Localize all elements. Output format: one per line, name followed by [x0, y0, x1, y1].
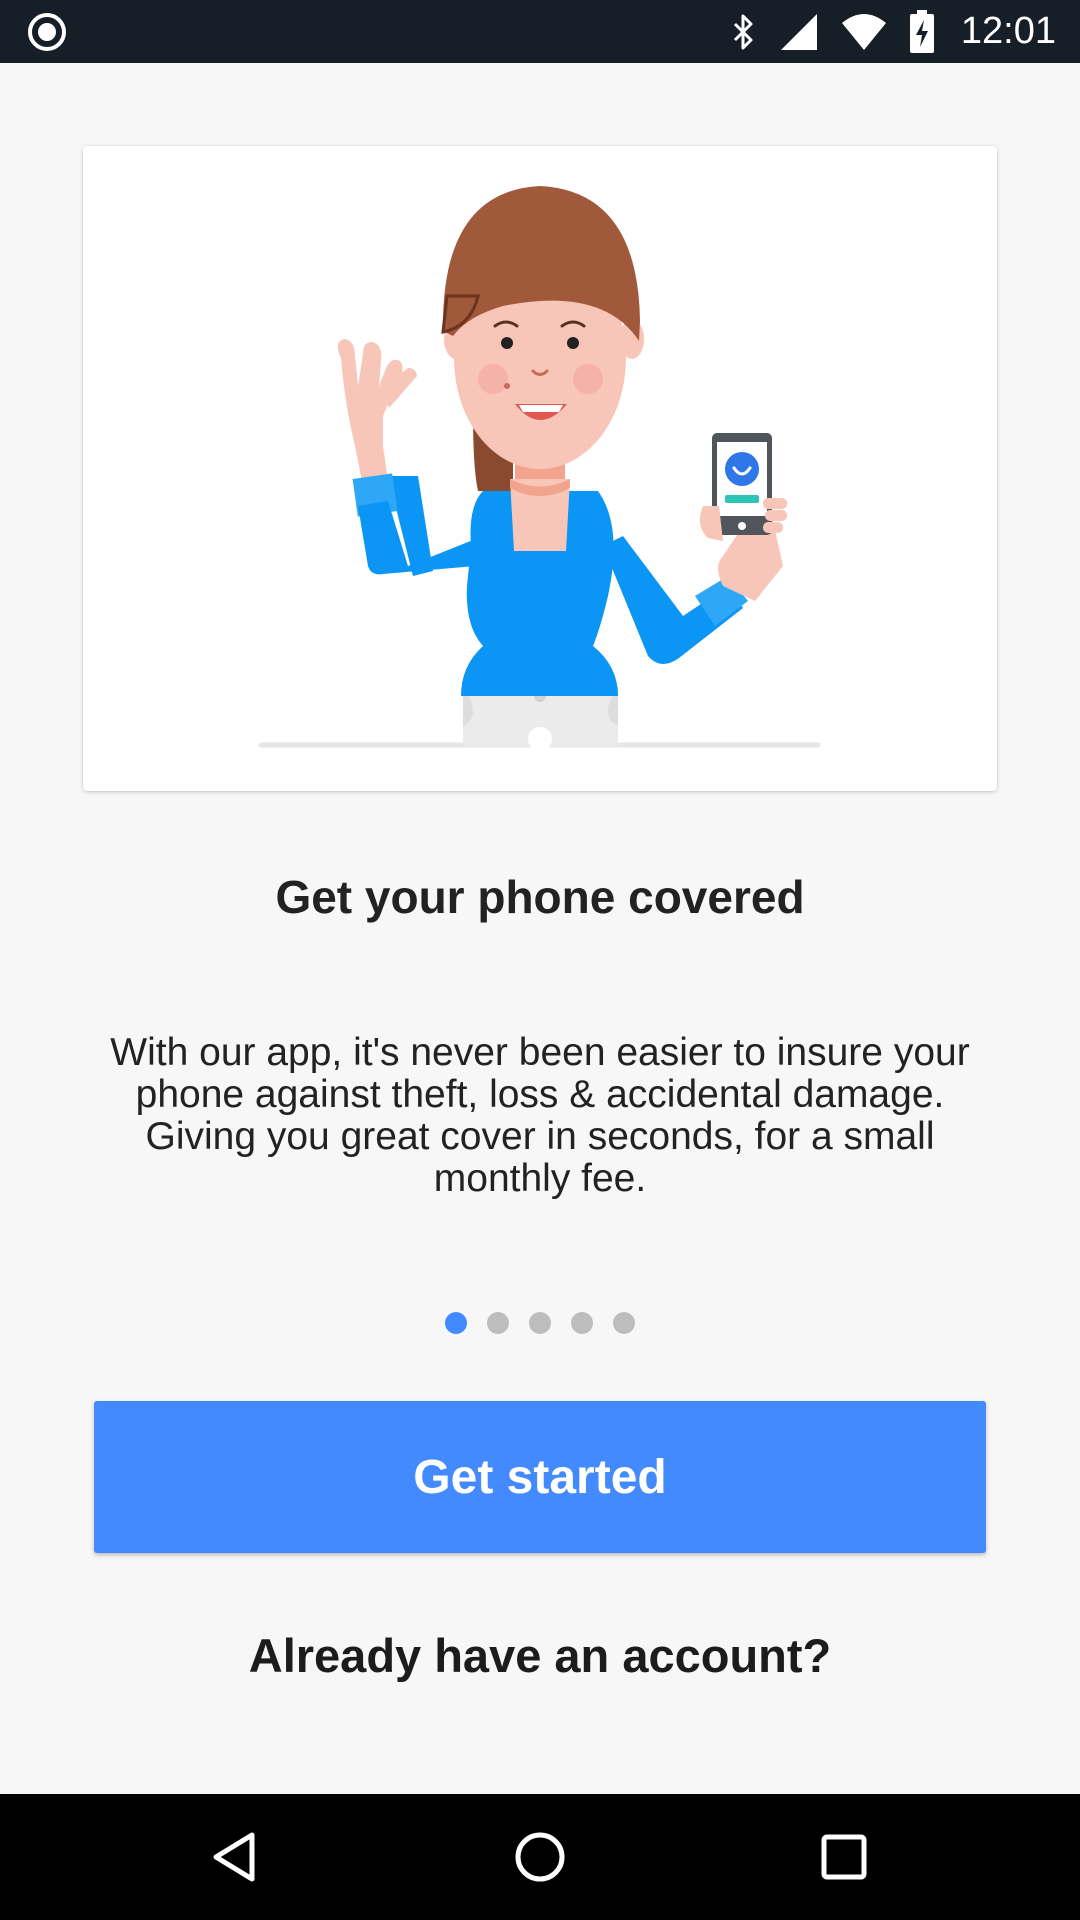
get-started-button[interactable]: Get started	[94, 1401, 986, 1553]
sign-in-link[interactable]: Already have an account?	[0, 1628, 1080, 1683]
record-icon	[27, 12, 67, 52]
battery-charging-icon	[909, 9, 935, 54]
page-indicator	[0, 1312, 1080, 1334]
page-description: With our app, it's never been easier to …	[110, 1031, 970, 1200]
woman-waving-illustration	[258, 186, 821, 751]
back-icon[interactable]	[206, 1827, 266, 1887]
page-dot-1[interactable]	[445, 1312, 467, 1334]
bluetooth-icon	[731, 12, 757, 52]
signal-icon	[779, 12, 819, 52]
page-dot-4[interactable]	[571, 1312, 593, 1334]
status-bar: 12:01	[0, 0, 1080, 63]
wifi-icon	[841, 13, 887, 51]
page-dot-2[interactable]	[487, 1312, 509, 1334]
navigation-bar	[0, 1794, 1080, 1920]
illustration-card	[83, 146, 997, 791]
page-title: Get your phone covered	[275, 871, 805, 923]
page-dot-5[interactable]	[613, 1312, 635, 1334]
recents-icon[interactable]	[814, 1827, 874, 1887]
status-time: 12:01	[960, 10, 1056, 52]
page-dot-3[interactable]	[529, 1312, 551, 1334]
home-icon[interactable]	[510, 1827, 570, 1887]
